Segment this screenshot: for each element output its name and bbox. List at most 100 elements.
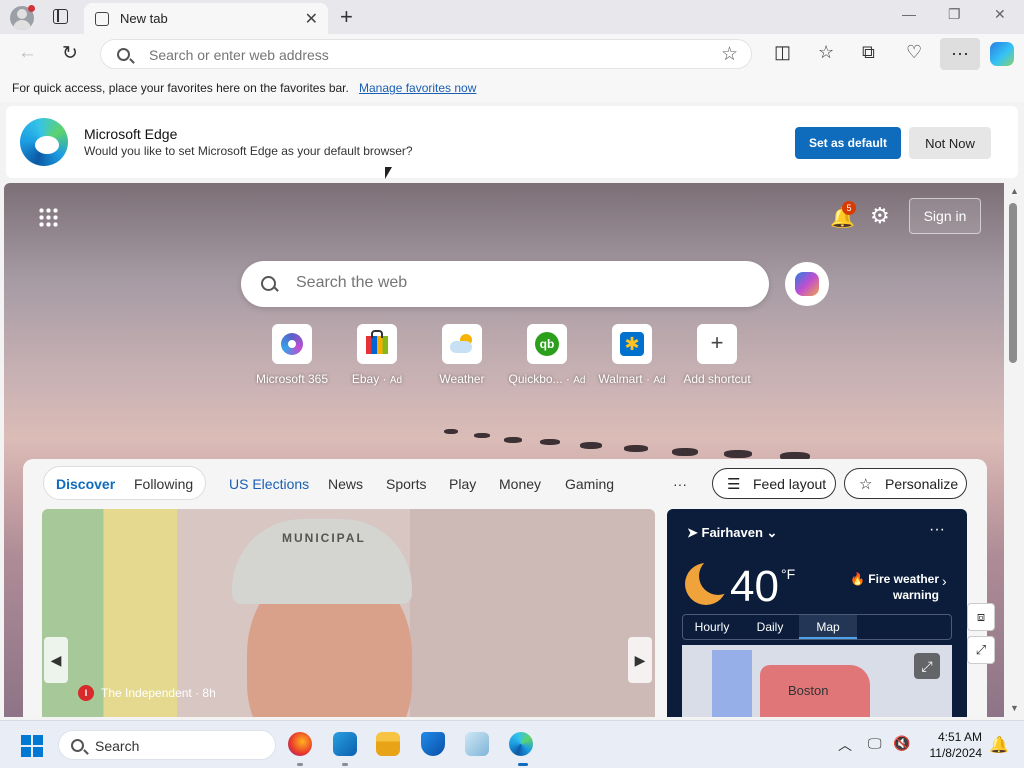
weather-tab-map[interactable]: Map: [799, 615, 857, 639]
carousel-next-icon[interactable]: ▶: [628, 637, 652, 683]
story-source-label: The Independent · 8h: [101, 686, 216, 700]
copilot-button[interactable]: [785, 262, 829, 306]
weather-card[interactable]: ➤ Fairhaven ⌄ ··· 40 °F 🔥 Fire weather w…: [667, 509, 967, 717]
weather-more-icon[interactable]: ···: [929, 521, 945, 539]
search-icon: [261, 276, 276, 291]
fullscreen-expand-icon[interactable]: ⤢: [967, 636, 995, 664]
notification-center-bell-icon[interactable]: 🔔: [989, 735, 1009, 755]
edge-taskbar-icon[interactable]: [509, 732, 533, 756]
feedback-icon[interactable]: ⧈: [967, 603, 995, 631]
tab-us-elections[interactable]: US Elections: [229, 476, 309, 492]
alert-chevron-icon[interactable]: ›: [942, 573, 947, 589]
feed-layout-button[interactable]: ☰ Feed layout: [712, 468, 836, 499]
settings-more-button[interactable]: ···: [940, 38, 980, 70]
search-icon: [117, 48, 130, 61]
map-expand-icon[interactable]: ⤢: [914, 653, 940, 679]
weather-icon: [450, 334, 474, 354]
apps-launcher-icon[interactable]: [38, 207, 58, 227]
hero-story-card[interactable]: MUNICIPAL ◀ ▶ I The Independent · 8h: [42, 509, 655, 717]
app-window-icon[interactable]: [465, 732, 489, 756]
sign-in-button[interactable]: Sign in: [909, 198, 981, 234]
web-search-input[interactable]: [296, 274, 736, 292]
title-bar: New tab ✕ + — ❐ ✕: [0, 0, 1024, 34]
tab-following[interactable]: Following: [134, 476, 193, 492]
scroll-down-icon[interactable]: ▼: [1010, 703, 1019, 713]
file-explorer-icon[interactable]: [376, 732, 400, 756]
browser-essentials-icon[interactable]: ♡: [906, 42, 922, 63]
shortcut-quickbooks[interactable]: qb Quickbo... · Ad: [507, 324, 587, 386]
edge-logo-icon: [20, 118, 68, 166]
weather-temperature: 40: [730, 562, 779, 611]
favorites-icon[interactable]: ☆: [818, 42, 834, 63]
manage-favorites-link[interactable]: Manage favorites now: [359, 81, 476, 95]
tab-sports[interactable]: Sports: [386, 476, 426, 492]
shortcut-add[interactable]: + Add shortcut: [677, 324, 757, 386]
taskbar-search[interactable]: Search: [58, 730, 276, 760]
windows-security-icon[interactable]: [421, 732, 445, 756]
story-source: I The Independent · 8h: [78, 685, 216, 701]
carousel-prev-icon[interactable]: ◀: [44, 637, 68, 683]
profile-status-dot: [28, 5, 35, 12]
tab-more-button[interactable]: ···: [673, 476, 687, 492]
copilot-icon[interactable]: [990, 42, 1014, 66]
moon-icon: [685, 557, 737, 605]
weather-location[interactable]: ➤ Fairhaven ⌄: [687, 525, 777, 541]
volume-muted-icon[interactable]: 🔇: [893, 735, 910, 752]
add-shortcut-plus-icon: +: [710, 330, 724, 355]
scrollbar-thumb[interactable]: [1009, 203, 1017, 363]
tab-actions-icon[interactable]: [53, 9, 68, 24]
page-scrollbar[interactable]: ▲ ▼: [1004, 183, 1024, 717]
scroll-up-icon[interactable]: ▲: [1010, 186, 1019, 196]
page-settings-gear-icon[interactable]: ⚙: [870, 203, 890, 229]
collections-icon[interactable]: ⧉: [862, 42, 875, 63]
weather-tab-daily[interactable]: Daily: [741, 615, 799, 639]
shortcut-walmart[interactable]: ✱ Walmart · Ad: [592, 324, 672, 386]
address-input[interactable]: [149, 47, 709, 63]
network-icon[interactable]: 🖵: [868, 735, 882, 752]
restore-icon[interactable]: ❐: [948, 6, 961, 23]
not-now-button[interactable]: Not Now: [909, 127, 991, 159]
new-tab-plus-icon[interactable]: +: [340, 4, 353, 30]
browser-toolbar: ← ↻ ☆ ◫ ☆ ⧉ ♡ ···: [0, 34, 1024, 74]
banner-subtitle: Would you like to set Microsoft Edge as …: [84, 144, 413, 158]
shortcut-microsoft-365[interactable]: Microsoft 365: [252, 324, 332, 386]
tab-discover[interactable]: Discover: [56, 476, 115, 492]
browser-tab[interactable]: New tab ✕: [84, 3, 328, 34]
set-as-default-button[interactable]: Set as default: [795, 127, 901, 159]
minimize-icon[interactable]: —: [902, 6, 916, 22]
close-window-icon[interactable]: ✕: [994, 6, 1006, 23]
system-clock[interactable]: 4:51 AM 11/8/2024: [920, 729, 983, 761]
shortcut-weather[interactable]: Weather: [422, 324, 502, 386]
tab-gaming[interactable]: Gaming: [565, 476, 614, 492]
banner-title: Microsoft Edge: [84, 126, 178, 142]
weather-tab-hourly[interactable]: Hourly: [683, 615, 741, 639]
fire-icon: 🔥: [850, 572, 865, 586]
favorites-bar: For quick access, place your favorites h…: [0, 74, 1024, 102]
quickbooks-icon: qb: [535, 332, 559, 356]
map-city-label: Boston: [788, 683, 829, 698]
address-bar[interactable]: ☆: [100, 39, 752, 69]
default-browser-banner: Microsoft Edge Would you like to set Mic…: [6, 106, 1018, 178]
refresh-icon[interactable]: ↻: [62, 42, 78, 65]
independent-logo-icon: I: [78, 685, 94, 701]
windows-taskbar: Search ︿ 🖵 🔇 4:51 AM 11/8/2024 🔔: [0, 720, 1024, 768]
split-screen-icon[interactable]: ◫: [774, 42, 791, 63]
personalize-button[interactable]: ☆ Personalize: [844, 468, 967, 499]
tab-play[interactable]: Play: [449, 476, 476, 492]
tab-news[interactable]: News: [328, 476, 363, 492]
close-tab-icon[interactable]: ✕: [305, 9, 318, 29]
weather-map[interactable]: Boston ⤢: [682, 645, 952, 717]
shortcut-ebay[interactable]: Ebay · Ad: [337, 324, 417, 386]
weather-alert[interactable]: 🔥 Fire weather warning: [835, 571, 939, 603]
app-gear-icon[interactable]: [333, 732, 357, 756]
tab-money[interactable]: Money: [499, 476, 541, 492]
hero-cap-text: MUNICIPAL: [282, 531, 366, 545]
favorite-star-icon[interactable]: ☆: [721, 43, 738, 66]
firefox-icon[interactable]: [288, 732, 312, 756]
web-search-box[interactable]: [241, 261, 769, 307]
show-hidden-icons-chevron-icon[interactable]: ︿: [838, 735, 852, 755]
back-arrow-icon[interactable]: ←: [18, 42, 37, 64]
search-icon: [71, 739, 84, 752]
windows-start-icon[interactable]: [21, 735, 43, 757]
mouse-cursor-icon: [385, 167, 392, 179]
